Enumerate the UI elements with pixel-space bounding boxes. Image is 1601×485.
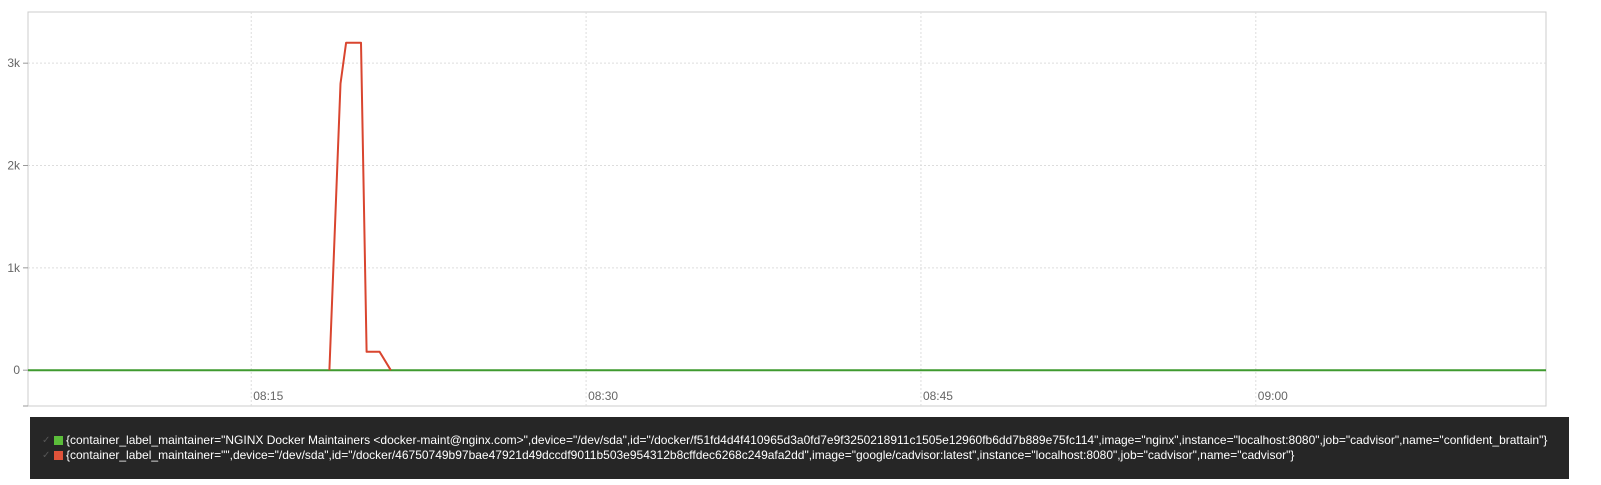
y-tick-label: 1k — [7, 261, 21, 275]
legend-swatch-green — [54, 436, 63, 445]
legend-item[interactable]: ✓ {container_label_maintainer="",device=… — [42, 448, 1569, 463]
y-tick-label: 3k — [7, 56, 21, 70]
checkmark-icon[interactable]: ✓ — [42, 433, 54, 448]
y-tick-label: 2k — [7, 159, 21, 173]
legend-label: {container_label_maintainer="NGINX Docke… — [66, 433, 1548, 447]
x-tick-label: 09:00 — [1258, 389, 1288, 403]
legend: ✓ {container_label_maintainer="NGINX Doc… — [30, 417, 1569, 479]
line-chart: 0 1k 2k 3k 08:15 08:30 08:45 09:00 — [7, 11, 1547, 407]
x-tick-label: 08:30 — [588, 389, 618, 403]
x-tick-label: 08:45 — [923, 389, 953, 403]
legend-label: {container_label_maintainer="",device="/… — [66, 448, 1295, 462]
x-tick-label: 08:15 — [253, 389, 283, 403]
checkmark-icon[interactable]: ✓ — [42, 448, 54, 463]
y-tick-label: 0 — [13, 363, 20, 377]
legend-item[interactable]: ✓ {container_label_maintainer="NGINX Doc… — [42, 433, 1569, 448]
plot-area — [27, 11, 1547, 407]
legend-swatch-red — [54, 451, 63, 460]
